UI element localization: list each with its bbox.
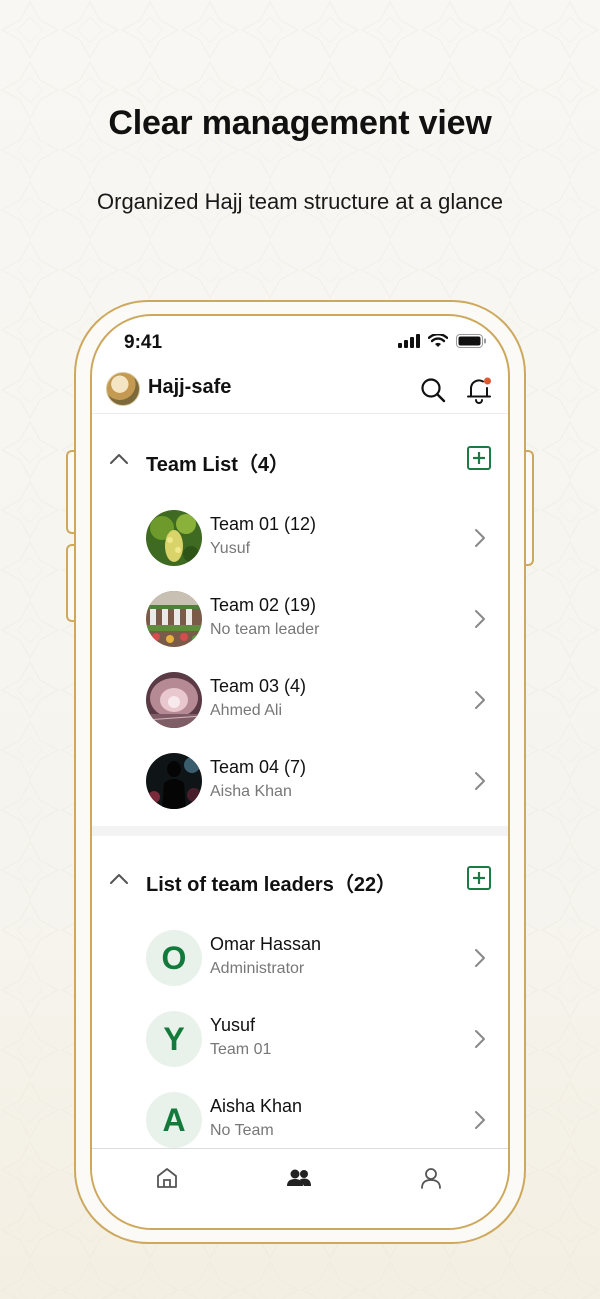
add-leader-button[interactable] xyxy=(467,866,491,890)
wifi-icon xyxy=(428,334,448,347)
bottom-tab-bar xyxy=(92,1148,508,1228)
signal-icon xyxy=(398,334,420,348)
team-icon xyxy=(287,1169,311,1186)
chevron-right-icon xyxy=(468,1108,492,1132)
team-list-title: Team List（4） xyxy=(146,454,289,476)
chevron-right-icon xyxy=(468,607,492,631)
chevron-right-icon xyxy=(468,769,492,793)
leader-role: Team 01 xyxy=(210,1041,272,1058)
leader-role: Administrator xyxy=(210,960,305,977)
add-team-button[interactable] xyxy=(467,446,491,470)
team-row[interactable]: Team 04 (7) Aisha Khan xyxy=(92,741,508,821)
leader-row[interactable]: O Omar Hassan Administrator xyxy=(92,918,508,998)
team-name: Team 04 (7) xyxy=(210,757,307,777)
leader-row[interactable]: Y Yusuf Team 01 xyxy=(92,999,508,1079)
promo-subline: Organized Hajj team structure at a glanc… xyxy=(97,189,503,214)
team-row[interactable]: Team 02 (19) No team leader xyxy=(92,579,508,659)
leader-avatar: O xyxy=(146,930,202,986)
app-logo xyxy=(106,372,140,406)
status-time: 9:41 xyxy=(124,332,163,353)
chevron-right-icon xyxy=(468,688,492,712)
promo-headline: Clear management view xyxy=(108,104,492,142)
tab-profile[interactable] xyxy=(416,1163,446,1193)
team-leader: Ahmed Ali xyxy=(210,702,283,719)
team-list-header[interactable]: Team List（4） xyxy=(92,436,508,486)
search-icon xyxy=(421,378,446,403)
leader-role: No Team xyxy=(210,1122,274,1139)
team-row[interactable]: Team 01 (12) Yusuf xyxy=(92,498,508,578)
plus-icon xyxy=(473,452,485,464)
app-header: Hajj-safe xyxy=(92,366,508,414)
team-leader: Yusuf xyxy=(210,540,251,557)
chevron-right-icon xyxy=(468,946,492,970)
notification-button[interactable] xyxy=(464,375,494,405)
profile-icon xyxy=(421,1168,441,1189)
leader-name: Yusuf xyxy=(210,1015,256,1035)
leader-avatar: Y xyxy=(146,1011,202,1067)
team-avatar xyxy=(146,753,202,809)
chevron-right-icon xyxy=(468,1027,492,1051)
leader-name: Aisha Khan xyxy=(210,1096,303,1116)
leaders-list-title: List of team leaders（22） xyxy=(146,874,397,896)
team-name: Team 02 (19) xyxy=(210,595,317,615)
home-icon xyxy=(157,1168,177,1188)
leader-name: Omar Hassan xyxy=(210,934,322,954)
team-avatar xyxy=(146,591,202,647)
team-leader: No team leader xyxy=(210,621,320,638)
leader-avatar: A xyxy=(146,1092,202,1148)
battery-icon xyxy=(456,334,486,348)
bell-icon xyxy=(467,377,491,404)
chevron-up-icon[interactable] xyxy=(108,448,130,470)
team-avatar xyxy=(146,510,202,566)
chevron-up-icon[interactable] xyxy=(108,868,130,890)
team-avatar xyxy=(146,672,202,728)
team-name: Team 03 (4) xyxy=(210,676,307,696)
search-button[interactable] xyxy=(418,375,448,405)
plus-icon xyxy=(473,872,485,884)
app-title: Hajj-safe xyxy=(148,376,232,398)
chevron-right-icon xyxy=(468,526,492,550)
tab-team[interactable] xyxy=(284,1163,314,1193)
tab-home[interactable] xyxy=(152,1163,182,1193)
section-divider xyxy=(92,826,508,836)
phone-screen: 9:41 Hajj-safe Team List（4） Team 01 (12)… xyxy=(90,314,510,1230)
team-row[interactable]: Team 03 (4) Ahmed Ali xyxy=(92,660,508,740)
status-icons xyxy=(398,334,486,348)
notification-dot xyxy=(484,377,491,385)
team-name: Team 01 (12) xyxy=(210,514,317,534)
team-leader: Aisha Khan xyxy=(210,783,292,800)
leaders-list-header[interactable]: List of team leaders（22） xyxy=(92,856,508,906)
